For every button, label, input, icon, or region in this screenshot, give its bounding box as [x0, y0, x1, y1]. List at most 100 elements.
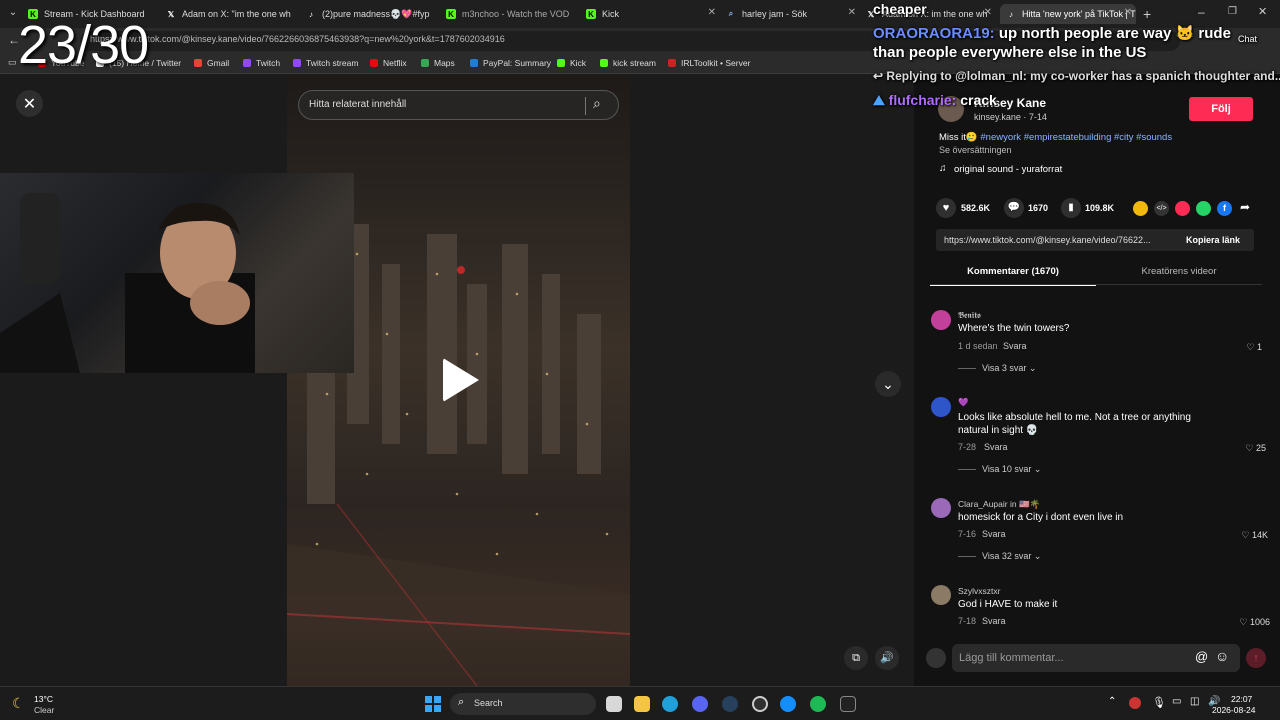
commenter-name[interactable]: 💜 — [958, 397, 969, 408]
task-view-icon[interactable] — [606, 696, 622, 712]
file-explorer-icon[interactable] — [634, 696, 650, 712]
tab-creator-videos[interactable]: Kreatörens videor — [1096, 266, 1262, 277]
tab-pure-madness[interactable]: ♪ (2)pure madness💀💖#fyp — [306, 4, 440, 24]
weather-icon[interactable]: ☾ — [12, 695, 25, 712]
terminal-icon[interactable] — [840, 696, 856, 712]
spotify-icon[interactable] — [810, 696, 826, 712]
share-arrow-icon[interactable]: ➦ — [1240, 200, 1250, 214]
commenter-name[interactable]: 𝕭𝖊𝖓𝖎𝖙𝖔 — [958, 310, 981, 321]
reply-button[interactable]: Svara — [982, 616, 1006, 626]
commenter-avatar[interactable] — [931, 310, 951, 330]
obs-icon[interactable] — [752, 696, 768, 712]
tray-app-icon[interactable] — [1129, 697, 1141, 709]
scroll-down-icon[interactable]: ⌄ — [875, 371, 901, 397]
send-icon[interactable] — [1175, 201, 1190, 216]
play-icon[interactable] — [443, 358, 479, 402]
caption-hashtags[interactable]: #newyork #empirestatebuilding #city #sou… — [980, 132, 1172, 143]
like-icon[interactable]: ♥ — [936, 198, 956, 218]
weather-desc: Clear — [34, 705, 55, 715]
bookmark-maps[interactable]: Maps — [421, 58, 455, 68]
search-related-input[interactable]: Hitta relaterat innehåll ⌕ — [298, 90, 619, 120]
taskbar-search[interactable]: ⌕ Search — [450, 693, 596, 715]
close-icon[interactable]: ✕ — [16, 90, 43, 117]
tab-tiktok-new-york[interactable]: ♪ Hitta 'new york' på TikTok | T ✕ — [1000, 4, 1136, 24]
search-icon[interactable]: ⌕ — [593, 95, 601, 112]
microphone-icon[interactable]: 🎙 — [1152, 696, 1166, 709]
clock-date[interactable]: 2026-08-24 — [1212, 705, 1255, 715]
edge-icon[interactable] — [662, 696, 678, 712]
commenter-avatar[interactable] — [931, 498, 951, 518]
battlenet-icon[interactable] — [780, 696, 796, 712]
tab-adam-x[interactable]: 𝕏 Adam on X: "im the one wh — [166, 4, 300, 24]
bookmark-netflix[interactable]: Netflix — [370, 58, 407, 68]
close-tab-icon[interactable]: ✕ — [848, 7, 856, 18]
clock-time[interactable]: 22:07 — [1231, 694, 1252, 704]
reply-button[interactable]: Svara — [1003, 341, 1027, 351]
facebook-icon[interactable]: f — [1217, 201, 1232, 216]
close-tab-icon[interactable]: ✕ — [984, 7, 992, 18]
reply-button[interactable]: Svara — [982, 529, 1006, 539]
whatsapp-icon[interactable] — [1196, 201, 1211, 216]
comment-date: 7-16 — [958, 529, 977, 539]
commenter-avatar[interactable] — [931, 585, 951, 605]
bookmark-paypal[interactable]: PayPal: Summary — [470, 58, 551, 68]
follow-button[interactable]: Följ — [1189, 97, 1253, 121]
bookmark-gmail[interactable]: Gmail — [194, 58, 229, 68]
steam-icon[interactable] — [722, 696, 738, 712]
comment-icon[interactable]: 💬 — [1004, 198, 1024, 218]
search-placeholder: Hitta relaterat innehåll — [309, 99, 407, 110]
tab-m3nchoo-vod[interactable]: K m3nchoo - Watch the VOD — [446, 4, 580, 24]
chat-label[interactable]: Chat — [1238, 34, 1257, 44]
comment-like[interactable]: ♡ 1 — [1226, 342, 1262, 353]
comment-like[interactable]: ♡ 14K — [1226, 530, 1268, 541]
bookmark-twitch-stream[interactable]: Twitch stream — [293, 58, 358, 68]
caption-text: Miss it🥲 #newyork #empirestatebuilding #… — [939, 132, 1259, 143]
bookmark-kick[interactable]: Kick — [557, 58, 586, 68]
post-comment-icon[interactable]: ↑ — [1246, 648, 1266, 668]
view-replies-label: Visa 32 svar — [982, 551, 1032, 561]
bookmarks-menu-icon[interactable]: ▭ — [8, 57, 17, 68]
counter-overlay: 23/30 — [18, 15, 149, 75]
bookmark-twitch[interactable]: Twitch — [243, 58, 280, 68]
commenter-name[interactable]: Clara_Aupair in 🇺🇸🌴 — [958, 499, 1040, 510]
bookmark-irltoolkit[interactable]: IRLToolkit • Server — [668, 58, 750, 68]
sound-name[interactable]: original sound - yuraforrat — [954, 164, 1062, 175]
tiktok-icon: ♪ — [309, 9, 313, 19]
comment-input[interactable]: Lägg till kommentar... @ ☺ — [952, 644, 1240, 672]
minimize-icon[interactable]: – — [1198, 5, 1205, 19]
maximize-icon[interactable]: ❐ — [1228, 6, 1237, 17]
share-coin-icon[interactable] — [1133, 201, 1148, 216]
discord-icon[interactable] — [692, 696, 708, 712]
volume-icon[interactable]: 🔊 — [875, 646, 899, 670]
commenter-avatar[interactable] — [931, 397, 951, 417]
comment-like[interactable]: ♡ 1006 — [1226, 617, 1270, 628]
emoji-icon[interactable]: ☺ — [1215, 648, 1229, 664]
tab-harley-jam[interactable]: ⌕ harley jam - Sök ✕ — [726, 4, 860, 24]
chat-username: ORAORAORA19: — [873, 25, 995, 42]
network-icon[interactable]: ◫ — [1190, 696, 1199, 707]
picture-in-picture-icon[interactable]: ⧉ — [844, 646, 868, 670]
see-translation-link[interactable]: Se översättningen — [939, 145, 1012, 155]
kick-icon — [557, 59, 565, 67]
view-replies-button[interactable]: Visa 32 svar ⌄ — [958, 551, 1041, 562]
close-window-icon[interactable]: ✕ — [1258, 5, 1267, 18]
tray-chevron-icon[interactable]: ⌃ — [1108, 696, 1116, 707]
view-replies-button[interactable]: Visa 10 svar ⌄ — [958, 464, 1041, 475]
commenter-name[interactable]: Szylvxsztxr — [958, 586, 1001, 596]
new-tab-icon[interactable]: + — [1143, 6, 1151, 22]
reply-button[interactable]: Svara — [984, 442, 1008, 452]
bookmark-icon[interactable]: ▮ — [1061, 198, 1081, 218]
chat-text-2: crack — [960, 92, 997, 108]
bookmark-kick-stream[interactable]: kick stream — [600, 58, 656, 68]
tab-kick[interactable]: K Kick ✕ — [586, 4, 720, 24]
close-tab-icon[interactable]: ✕ — [708, 7, 716, 18]
mention-icon[interactable]: @ — [1195, 649, 1208, 664]
view-replies-button[interactable]: Visa 3 svar ⌄ — [958, 363, 1036, 374]
display-icon[interactable]: ▭ — [1172, 696, 1181, 707]
tab-comments[interactable]: Kommentarer (1670) — [930, 266, 1096, 286]
comment-like[interactable]: ♡ 25 — [1226, 443, 1266, 454]
close-tab-icon[interactable]: ✕ — [1124, 7, 1132, 18]
start-icon[interactable] — [425, 696, 441, 712]
embed-icon[interactable]: </> — [1154, 201, 1169, 216]
copy-link-button[interactable]: Kopiera länk — [1186, 235, 1240, 245]
